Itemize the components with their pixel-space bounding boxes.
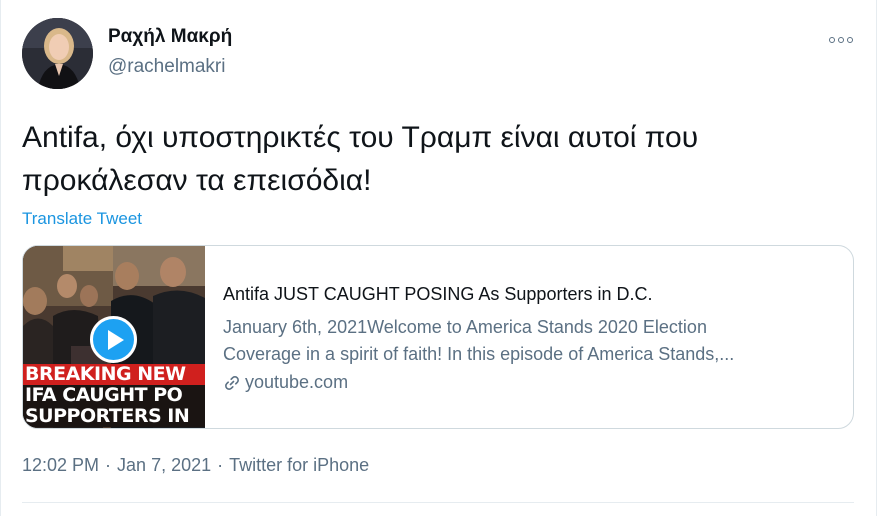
left-border — [0, 0, 1, 516]
card-description-line-2: Coverage in a spirit of faith! In this e… — [223, 344, 735, 364]
more-icon[interactable] — [826, 30, 856, 50]
card-description-line-1: January 6th, 2021Welcome to America Stan… — [223, 317, 707, 337]
tweet-meta: 12:02 PM · Jan 7, 2021 · Twitter for iPh… — [22, 455, 369, 476]
card-thumbnail[interactable]: BREAKING NEW IFA CAUGHT PO SUPPORTERS IN — [23, 246, 205, 428]
divider — [22, 502, 854, 503]
card-title[interactable]: Antifa JUST CAUGHT POSING As Supporters … — [223, 284, 843, 305]
link-preview-card[interactable]: BREAKING NEW IFA CAUGHT PO SUPPORTERS IN… — [22, 245, 854, 429]
right-border — [876, 0, 877, 516]
meta-separator-2: · — [217, 455, 224, 475]
tweet-date[interactable]: Jan 7, 2021 — [117, 455, 211, 476]
translate-tweet-link[interactable]: Translate Tweet — [22, 209, 142, 229]
tweet-source[interactable]: Twitter for iPhone — [229, 455, 369, 476]
user-handle[interactable]: @rachelmakri — [108, 56, 225, 78]
card-description: January 6th, 2021Welcome to America Stan… — [223, 314, 843, 368]
card-domain[interactable]: youtube.com — [223, 372, 348, 393]
play-icon[interactable] — [90, 316, 137, 363]
tweet-time[interactable]: 12:02 PM — [22, 455, 99, 476]
card-domain-text[interactable]: youtube.com — [245, 372, 348, 393]
overlay-line-2: IFA CAUGHT PO — [23, 385, 205, 406]
breaking-news-overlay: BREAKING NEW IFA CAUGHT PO SUPPORTERS IN — [23, 364, 205, 428]
display-name[interactable]: Ραχήλ Μακρή — [108, 26, 232, 48]
overlay-line-3: SUPPORTERS IN — [23, 406, 205, 427]
avatar[interactable] — [22, 18, 93, 89]
tweet-text: Antifa, όχι υποστηρικτές του Τραμπ είναι… — [22, 121, 699, 197]
link-icon — [225, 375, 239, 390]
meta-separator-1: · — [105, 455, 112, 475]
overlay-line-1: BREAKING NEW — [23, 364, 205, 385]
